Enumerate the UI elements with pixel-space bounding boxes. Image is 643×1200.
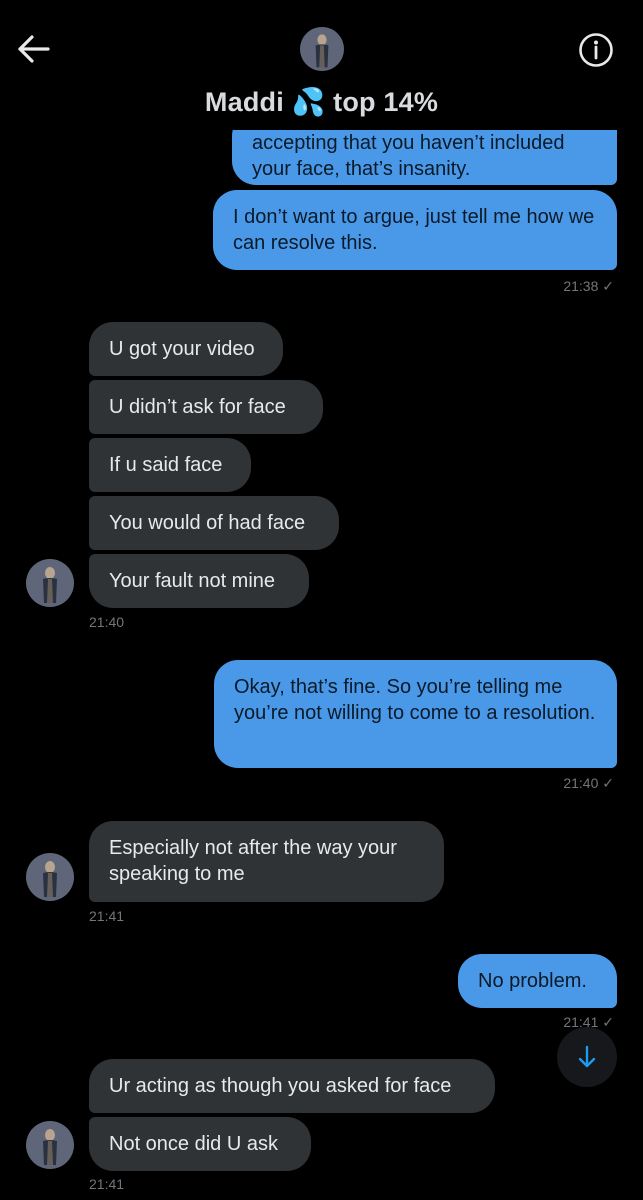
message-text: accepting that you haven’t included your… [252, 132, 565, 180]
message-outgoing[interactable]: I don’t want to argue, just tell me how … [213, 190, 617, 270]
arrow-left-icon [16, 35, 52, 68]
back-button[interactable] [16, 34, 52, 64]
info-circle-icon [578, 33, 614, 72]
message-incoming[interactable]: Your fault not mine [89, 554, 309, 608]
message-text: No problem. [478, 970, 587, 992]
avatar[interactable] [26, 1121, 74, 1169]
message-timestamp: 21:38 ✓ [563, 278, 614, 294]
message-text: I don’t want to argue, just tell me how … [233, 206, 595, 254]
message-timestamp: 21:41 [89, 908, 125, 924]
message-text: Ur acting as though you asked for face [109, 1075, 452, 1097]
message-timestamp: 21:41 [89, 1176, 125, 1192]
info-button[interactable] [578, 32, 614, 68]
message-outgoing[interactable]: No problem. [458, 954, 617, 1008]
message-incoming[interactable]: U didn’t ask for face [89, 380, 323, 434]
avatar[interactable] [26, 853, 74, 901]
header-avatar[interactable] [300, 27, 344, 71]
message-text: U got your video [109, 338, 255, 360]
message-text: Especially not after the way your speaki… [109, 837, 397, 885]
conversation-header: Maddi 💦 top 14% [0, 0, 643, 130]
message-incoming[interactable]: You would of had face [89, 496, 339, 550]
avatar[interactable] [26, 559, 74, 607]
scroll-to-bottom-button[interactable] [557, 1027, 617, 1087]
message-incoming[interactable]: If u said face [89, 438, 251, 492]
message-timestamp: 21:40 [89, 614, 125, 630]
message-text: You would of had face [109, 512, 306, 534]
message-text: U didn’t ask for face [109, 396, 286, 418]
message-text: If u said face [109, 454, 223, 476]
message-incoming[interactable]: Not once did U ask [89, 1117, 311, 1171]
arrow-down-icon [557, 1045, 617, 1091]
message-timestamp: 21:40 ✓ [563, 775, 614, 791]
message-text: Your fault not mine [109, 570, 276, 592]
message-outgoing[interactable]: Okay, that’s fine. So you’re telling me … [214, 660, 617, 768]
message-text: Okay, that’s fine. So you’re telling me … [234, 676, 596, 724]
message-incoming[interactable]: Especially not after the way your speaki… [89, 821, 444, 902]
message-incoming[interactable]: U got your video [89, 322, 283, 376]
conversation-title: Maddi 💦 top 14% [204, 87, 439, 117]
message-text: Not once did U ask [109, 1133, 278, 1155]
message-incoming[interactable]: Ur acting as though you asked for face [89, 1059, 495, 1113]
